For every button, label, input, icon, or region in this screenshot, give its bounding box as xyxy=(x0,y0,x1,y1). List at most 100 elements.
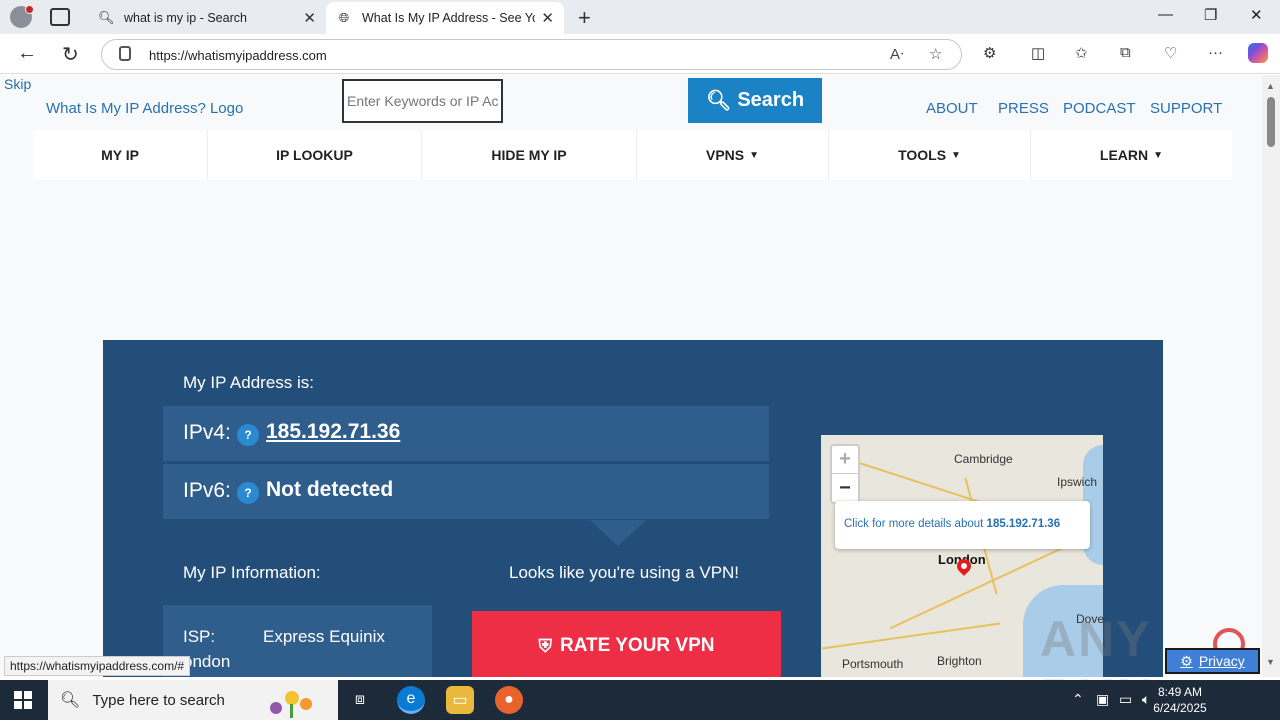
windows-taskbar: 🔍︎ Type here to search ⧈ e ▭ ● ⌃ ▣ ▭ 🔈︎ … xyxy=(0,680,1280,720)
search-highlight-icon xyxy=(270,691,312,718)
ipv4-row: IPv4: ? 185.192.71.36 xyxy=(163,406,769,461)
panel-pointer xyxy=(590,520,646,546)
profile-avatar[interactable] xyxy=(10,5,34,28)
search-icon: 🔍︎ xyxy=(705,90,732,112)
tab-whatismyip[interactable]: 🌐︎ What Is My IP Address - See Your ✕ xyxy=(326,2,564,34)
search-button[interactable]: 🔍︎ Search xyxy=(688,78,822,123)
lock-icon[interactable] xyxy=(119,46,131,61)
search-icon: 🔍︎ xyxy=(60,692,81,709)
refresh-icon[interactable]: ↻ xyxy=(62,42,79,67)
help-icon[interactable]: ? xyxy=(237,424,259,446)
mainnav-label: IP LOOKUP xyxy=(276,147,353,163)
browser-essentials-icon[interactable]: ♡ xyxy=(1164,44,1177,62)
privacy-button[interactable]: ⚙ Privacy xyxy=(1165,648,1260,674)
url-text[interactable]: https://whatismyipaddress.com xyxy=(149,48,327,63)
restore-icon[interactable]: ❐ xyxy=(1204,6,1217,24)
search-button-label: Search xyxy=(737,89,805,111)
ip-info-title: My IP Information: xyxy=(183,563,321,582)
scroll-up-icon[interactable]: ▲ xyxy=(1266,81,1275,91)
close-tab-icon[interactable]: ✕ xyxy=(541,9,554,27)
mainnav-ip-lookup[interactable]: IP LOOKUP xyxy=(208,130,422,180)
scroll-thumb[interactable] xyxy=(1267,97,1275,147)
privacy-label: Privacy xyxy=(1198,653,1245,669)
minimize-icon[interactable]: — xyxy=(1158,6,1173,23)
more-menu-icon[interactable]: ··· xyxy=(1208,44,1223,61)
popup-text: Click for more details about xyxy=(844,518,984,530)
ip-info-box: ISP: Express Equinix ondon xyxy=(163,605,432,677)
split-screen-icon[interactable]: ◫ xyxy=(1031,44,1045,62)
ipv6-value: Not detected xyxy=(266,478,394,501)
caret-down-icon: ▼ xyxy=(951,149,961,161)
globe-icon: 🌐︎ xyxy=(338,10,350,25)
map-popup[interactable]: Click for more details about 185.192.71.… xyxy=(835,501,1090,549)
tab-actions-icon[interactable] xyxy=(50,8,70,26)
mainnav-tools[interactable]: TOOLS ▼ xyxy=(829,130,1031,180)
ip-panel-title: My IP Address is: xyxy=(183,373,315,392)
nav-about[interactable]: ABOUT xyxy=(926,100,978,117)
map-label-cambridge: Cambridge xyxy=(954,452,1013,466)
search-icon: 🔍︎ xyxy=(98,10,115,25)
ipv6-row: IPv6: ? Not detected xyxy=(163,464,769,519)
popup-ip[interactable]: 185.192.71.36 xyxy=(987,518,1061,530)
isp-label: ISP: xyxy=(183,627,216,646)
shield-icon: ⛨ xyxy=(538,635,553,656)
windows-start-icon[interactable] xyxy=(14,691,32,709)
nav-press[interactable]: PRESS xyxy=(998,100,1049,117)
taskbar-search-placeholder: Type here to search xyxy=(92,691,225,709)
vpn-message: Looks like you're using a VPN! xyxy=(509,563,740,582)
collections-icon[interactable]: ⧉ xyxy=(1120,44,1131,61)
mainnav-label: MY IP xyxy=(101,147,139,163)
read-aloud-icon[interactable]: Aᐧ xyxy=(890,45,904,63)
skip-link[interactable]: Skip xyxy=(4,76,31,92)
close-window-icon[interactable]: ✕ xyxy=(1250,6,1263,24)
address-bar[interactable]: https://whatismyipaddress.com Aᐧ ☆ xyxy=(101,39,962,70)
map-zoom-control: + − xyxy=(830,444,860,504)
caret-down-icon: ▼ xyxy=(749,149,760,161)
edge-icon[interactable]: e xyxy=(397,686,425,714)
mainnav-hide-my-ip[interactable]: HIDE MY IP xyxy=(422,130,637,180)
rate-your-vpn-button[interactable]: ⛨ RATE YOUR VPN xyxy=(472,611,781,677)
main-navigation: MY IP IP LOOKUP HIDE MY IP VPNS ▼ TOOLS … xyxy=(33,130,1232,180)
firefox-icon[interactable]: ● xyxy=(495,686,523,714)
ip-panel: My IP Address is: IPv4: ? 185.192.71.36 … xyxy=(103,340,1163,677)
favorites-icon[interactable]: ✩ xyxy=(1075,44,1088,62)
copilot-icon[interactable] xyxy=(1248,43,1268,63)
site-logo[interactable]: What Is My IP Address? Logo xyxy=(46,100,243,117)
file-explorer-icon[interactable]: ▭ xyxy=(446,686,474,714)
extensions-icon[interactable]: ⚙ xyxy=(983,44,996,62)
tab-title: What Is My IP Address - See Your xyxy=(362,11,536,25)
device-icon[interactable]: ▣ xyxy=(1096,691,1109,708)
city-value: ondon xyxy=(183,652,231,671)
back-icon[interactable]: ← xyxy=(17,42,37,65)
mainnav-label: TOOLS xyxy=(898,147,947,163)
ipv4-label: IPv4: xyxy=(183,421,231,444)
zoom-out-button[interactable]: − xyxy=(832,474,858,502)
new-tab-button[interactable]: + xyxy=(578,5,591,31)
mainnav-learn[interactable]: LEARN ▼ xyxy=(1031,130,1232,180)
ipv6-label: IPv6: xyxy=(183,479,231,502)
caret-down-icon: ▼ xyxy=(1153,149,1164,161)
ipv4-value[interactable]: 185.192.71.36 xyxy=(266,420,400,444)
tab-strip: 🔍︎ what is my ip - Search ✕ 🌐︎ What Is M… xyxy=(0,0,1280,34)
nav-support[interactable]: SUPPORT xyxy=(1150,100,1222,117)
task-view-icon[interactable]: ⧈ xyxy=(346,686,374,714)
isp-value: Express Equinix xyxy=(263,627,385,646)
system-clock[interactable]: 8:49 AM 6/24/2025 xyxy=(1130,684,1230,716)
chevron-up-icon[interactable]: ⌃ xyxy=(1072,691,1084,708)
gear-icon: ⚙ xyxy=(1180,652,1193,669)
close-tab-icon[interactable]: ✕ xyxy=(303,9,316,27)
address-bar-row: ← ↻ https://whatismyipaddress.com Aᐧ ☆ ⚙… xyxy=(0,34,1280,74)
tab-search[interactable]: 🔍︎ what is my ip - Search ✕ xyxy=(88,2,326,34)
mainnav-vpns[interactable]: VPNS ▼ xyxy=(637,130,829,180)
mainnav-my-ip[interactable]: MY IP xyxy=(33,130,208,180)
rate-button-label: RATE YOUR VPN xyxy=(560,635,715,656)
zoom-in-button[interactable]: + xyxy=(832,446,858,474)
favorite-star-icon[interactable]: ☆ xyxy=(929,45,942,63)
page-scrollbar[interactable]: ▲ ▼ xyxy=(1262,75,1280,677)
status-bar-url: https://whatismyipaddress.com/# xyxy=(4,656,191,676)
clock-date: 6/24/2025 xyxy=(1153,701,1207,715)
search-input[interactable] xyxy=(342,79,503,123)
nav-podcast[interactable]: PODCAST xyxy=(1063,100,1136,117)
map-label-portsmouth: Portsmouth xyxy=(842,657,904,671)
help-icon[interactable]: ? xyxy=(237,482,259,504)
